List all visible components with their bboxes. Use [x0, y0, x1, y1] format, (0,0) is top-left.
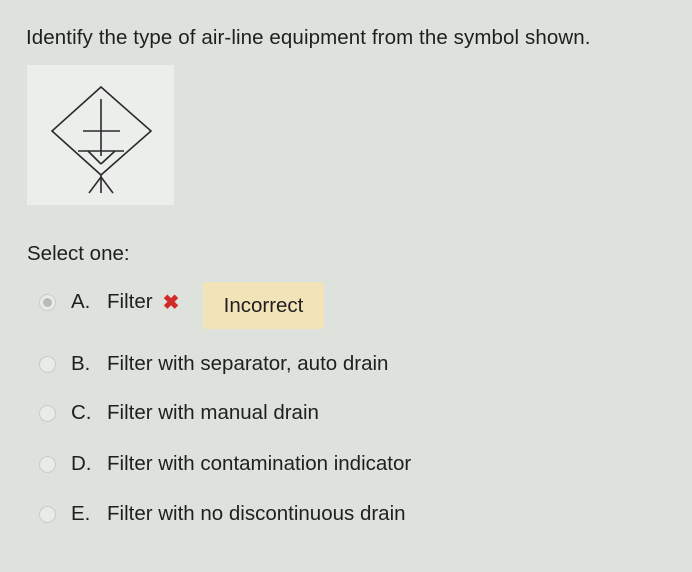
- option-c-label: Filter with manual drain: [107, 401, 319, 424]
- select-one-label: Select one:: [27, 242, 130, 265]
- option-a-letter: A.: [71, 290, 91, 313]
- radio-a[interactable]: [39, 293, 56, 311]
- option-d-letter: D.: [71, 452, 92, 475]
- option-b[interactable]: B. Filter with separator, auto drain: [39, 349, 388, 379]
- option-b-letter: B.: [71, 352, 91, 375]
- option-a-label: Filter: [107, 290, 153, 313]
- option-b-label: Filter with separator, auto drain: [107, 352, 389, 375]
- question-text: Identify the type of air-line equipment …: [26, 26, 591, 49]
- option-d[interactable]: D. Filter with contamination indicator: [39, 449, 411, 479]
- radio-b[interactable]: [39, 355, 56, 373]
- radio-c[interactable]: [39, 404, 56, 422]
- option-c[interactable]: C. Filter with manual drain: [39, 398, 319, 428]
- option-c-letter: C.: [71, 401, 92, 424]
- incorrect-cross-icon: ✖: [162, 291, 180, 314]
- filter-symbol-icon: [50, 85, 153, 194]
- option-a[interactable]: A. Filter ✖: [39, 287, 179, 317]
- feedback-text: Incorrect: [223, 293, 304, 317]
- radio-e[interactable]: [39, 505, 56, 523]
- option-e-label: Filter with no discontinuous drain: [107, 502, 406, 525]
- option-d-label: Filter with contamination indicator: [107, 452, 412, 475]
- feedback-incorrect-badge: Incorrect: [203, 282, 324, 329]
- radio-d[interactable]: [39, 455, 56, 473]
- symbol-image: [27, 65, 174, 205]
- option-e[interactable]: E. Filter with no discontinuous drain: [39, 499, 406, 529]
- option-e-letter: E.: [71, 502, 91, 525]
